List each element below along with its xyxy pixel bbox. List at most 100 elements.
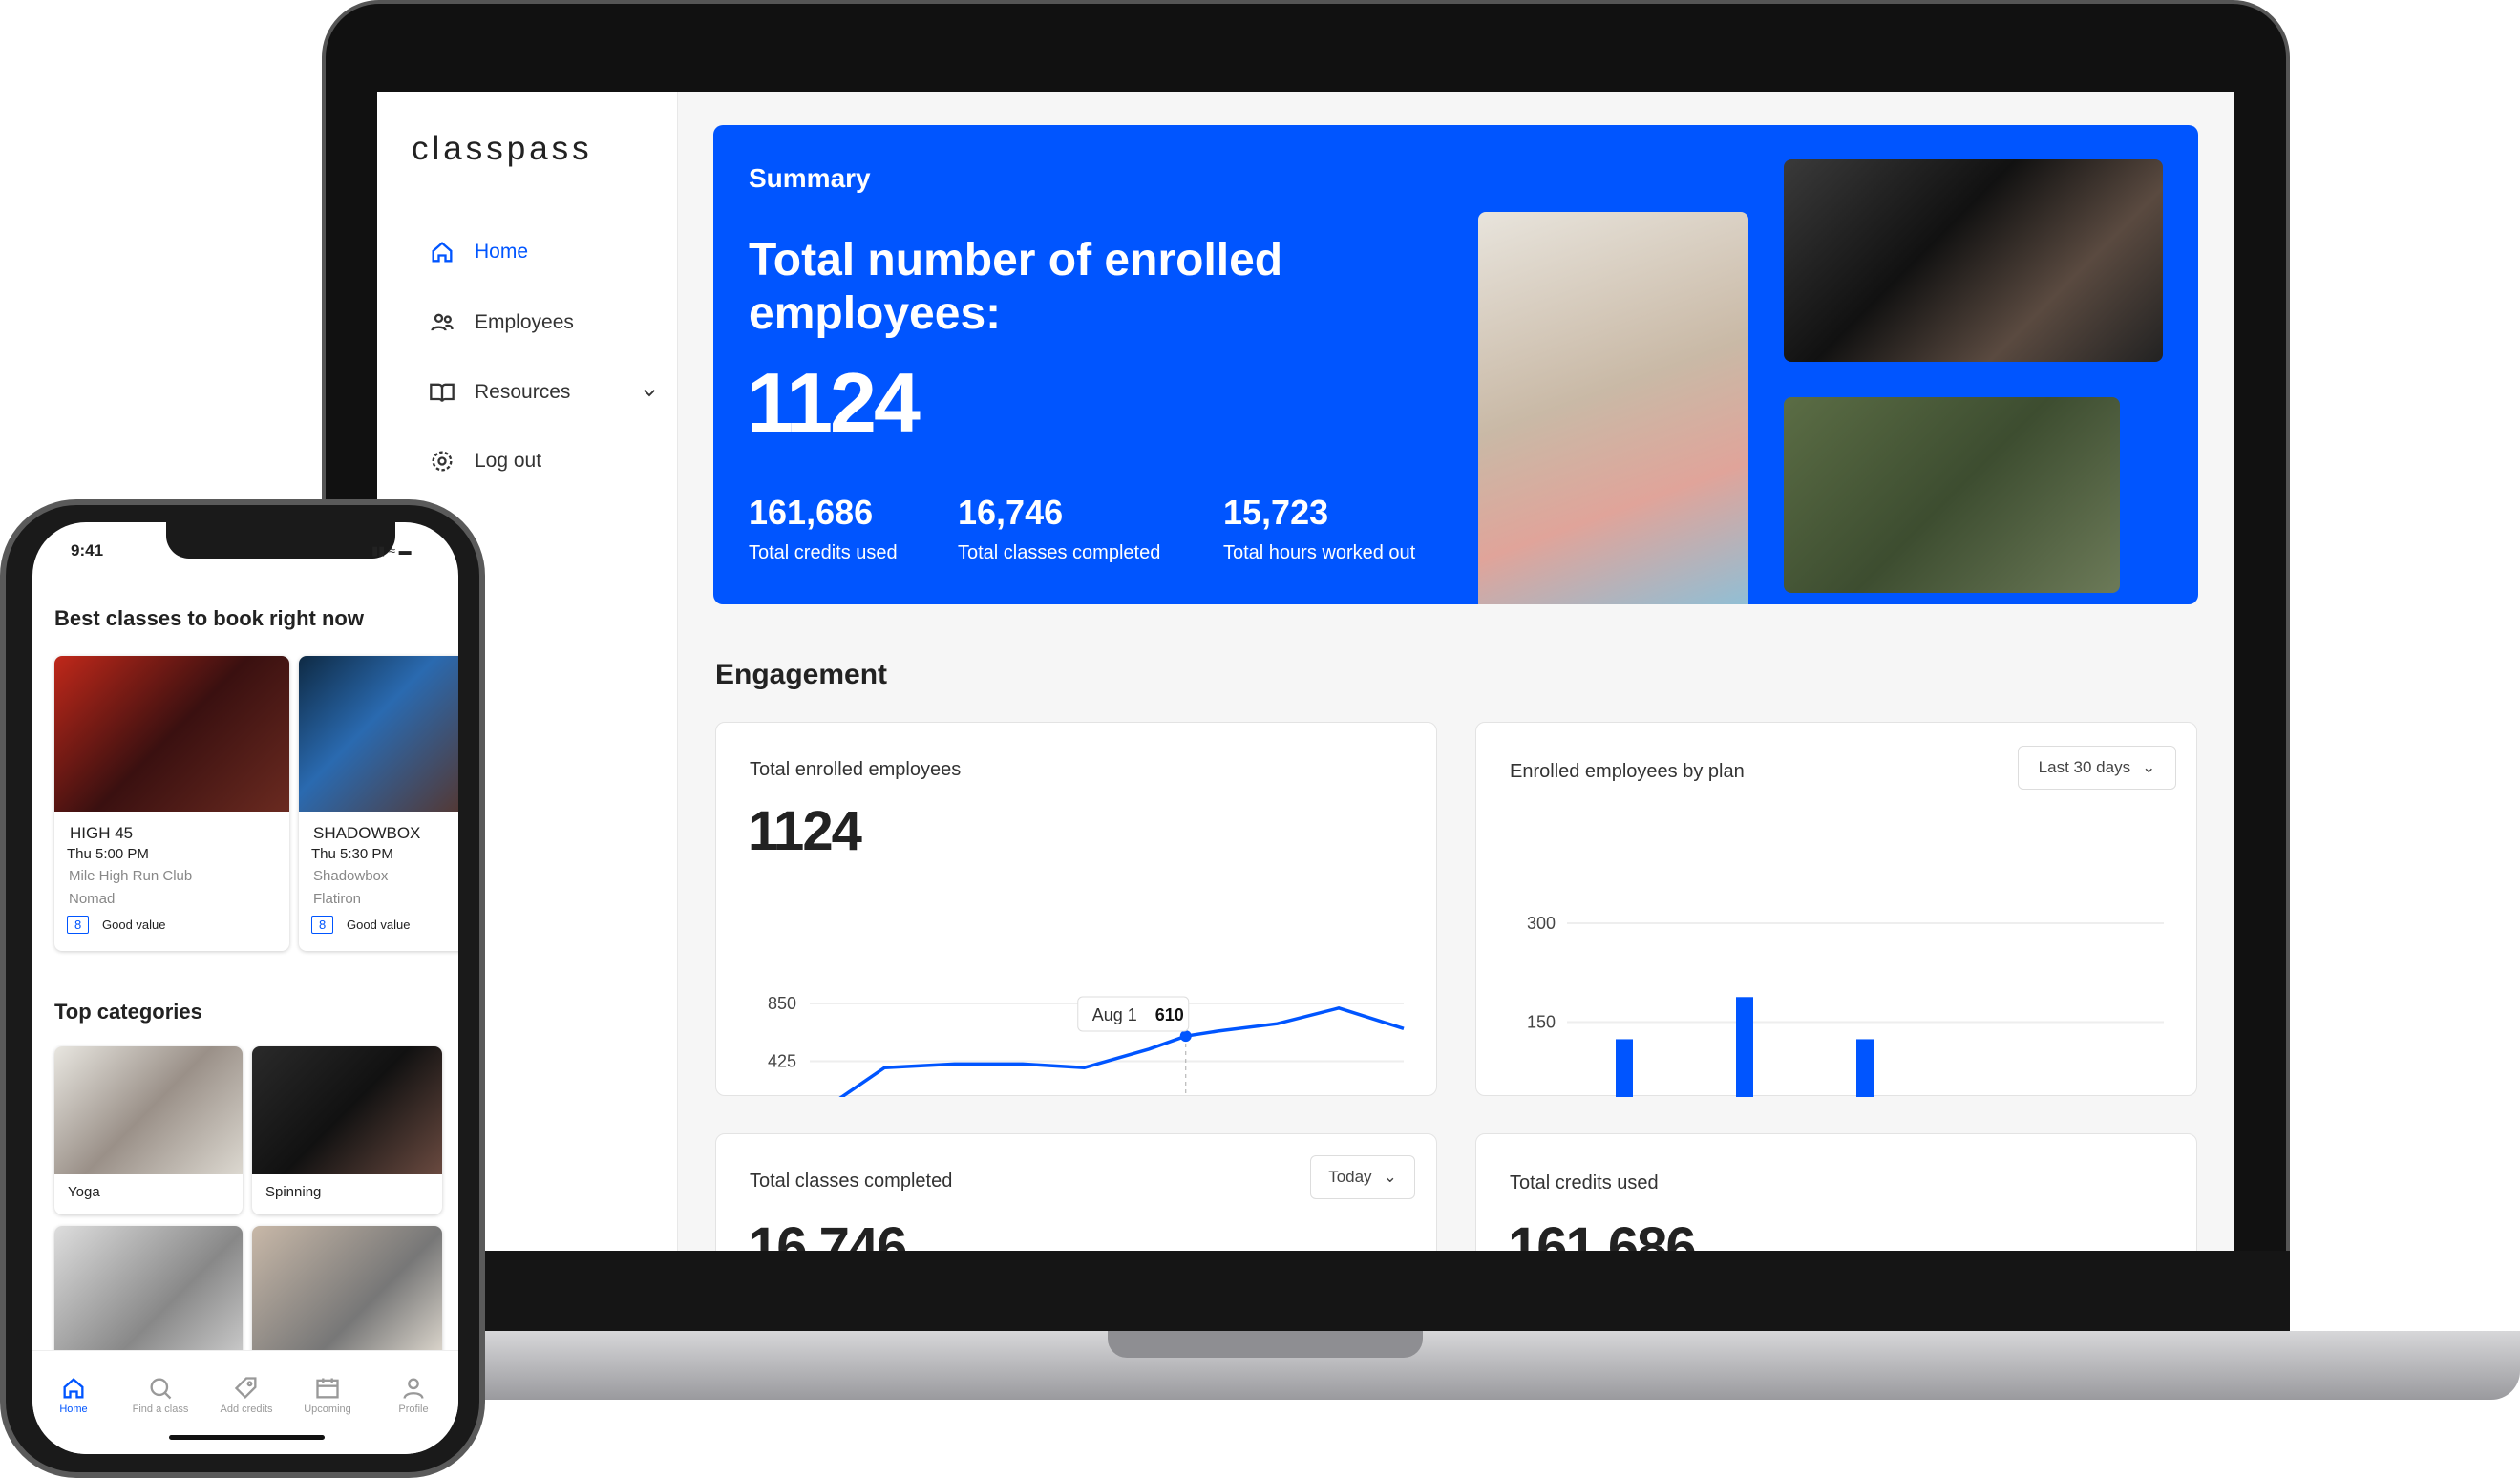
users-icon (431, 313, 454, 331)
tab-label: Find a class (132, 1404, 189, 1415)
sidebar-item-label: Log out (475, 450, 542, 472)
sidebar-item-employees[interactable]: Employees (429, 304, 658, 342)
y-tick-label: 850 (768, 994, 796, 1013)
stat-label: Total classes completed (958, 542, 1161, 563)
calendar-icon (316, 1378, 339, 1399)
class-card[interactable]: HIGH 45 Thu 5:00 PM Mile High Run Club N… (54, 656, 289, 951)
y-tick-label: 300 (1527, 914, 1556, 933)
section-heading: Best classes to book right now (54, 606, 364, 630)
yoga-photo (1478, 212, 1748, 604)
class-studio: Mile High Run Club (69, 868, 193, 884)
chevron-down-icon: ⌄ (1383, 1168, 1397, 1186)
bar (1856, 1039, 1874, 1097)
logo: classpass (412, 130, 593, 167)
stat-value: 161,686 (749, 493, 874, 532)
stat-credits: 161,686 Total credits used (749, 493, 898, 564)
class-photo (299, 656, 458, 812)
outdoor-workout-photo (1784, 397, 2120, 593)
bar (1616, 1039, 1633, 1097)
class-area: Nomad (69, 891, 116, 907)
bar (1736, 997, 1753, 1097)
tab-add-credits[interactable]: Add credits (203, 1375, 289, 1415)
tab-label: Add credits (220, 1404, 273, 1415)
class-studio: Shadowbox (313, 868, 389, 884)
bar-chart: 015030025 credit27 credit45 credit75 cre… (1527, 914, 2164, 1097)
tooltip-value: 610 (1155, 1005, 1184, 1024)
dashboard-screen: classpass Home Employees Resources Log o… (377, 92, 2234, 1251)
home-icon (432, 242, 453, 263)
sidebar-item-resources[interactable]: Resources (429, 373, 658, 412)
main-content: Summary Total number of enrolled employe… (678, 92, 2234, 1251)
class-time: Thu 5:00 PM (67, 846, 149, 862)
y-tick-label: 425 (768, 1052, 796, 1071)
stat-label: Total credits used (749, 542, 898, 563)
stat-value: 15,723 (1223, 493, 1329, 532)
status-icons: ▮▮ ≈ ▬ (371, 543, 412, 558)
status-time: 9:41 (71, 541, 104, 560)
home-indicator (169, 1435, 325, 1440)
enrolled-by-plan-card: Enrolled employees by plan Last 30 days ⌄… (1475, 722, 2197, 1097)
card-value: 16,746 (748, 1216, 907, 1251)
phone-notch (166, 522, 395, 559)
summary-title-line: employees: (749, 288, 1002, 339)
engagement-heading: Engagement (715, 659, 888, 690)
category-tile[interactable] (252, 1226, 442, 1360)
class-name: SHADOWBOX (313, 824, 421, 842)
category-label: Spinning (265, 1184, 322, 1200)
section-heading: Top categories (54, 1000, 202, 1024)
y-tick-label: 150 (1527, 1013, 1556, 1032)
stat-classes: 16,746 Total classes completed (958, 493, 1160, 564)
category-label: Yoga (68, 1184, 100, 1200)
laptop-base (344, 1331, 2520, 1400)
credits-used-card: Total credits used 161,686 (1475, 1133, 2197, 1251)
tab-upcoming[interactable]: Upcoming (285, 1375, 371, 1415)
summary-label: Summary (749, 163, 871, 193)
tab-profile[interactable]: Profile (371, 1375, 456, 1415)
category-tile[interactable] (54, 1226, 243, 1360)
stat-label: Total hours worked out (1223, 542, 1416, 563)
tab-home[interactable]: Home (31, 1375, 116, 1415)
summary-total: 1124 (747, 355, 921, 450)
search-icon (150, 1378, 172, 1400)
sidebar-item-home[interactable]: Home (429, 233, 658, 271)
class-photo (54, 656, 289, 812)
stat-value: 16,746 (958, 493, 1064, 532)
tab-label: Profile (398, 1404, 429, 1415)
sidebar-item-logout[interactable]: Log out (429, 442, 658, 480)
card-title: Total classes completed (750, 1171, 953, 1192)
profile-icon (403, 1378, 424, 1399)
highlight-point (1179, 1030, 1192, 1043)
dropdown-value: Today (1328, 1168, 1372, 1186)
class-time: Thu 5:30 PM (311, 846, 393, 862)
chevron-down-icon (644, 390, 655, 397)
class-card[interactable]: SHADOWBOX Thu 5:30 PM Shadowbox Flatiron… (299, 656, 458, 951)
spinning-photo (1784, 159, 2163, 362)
summary-title: Total number of enrolled employees: (749, 234, 1282, 341)
book-icon (430, 383, 455, 402)
category-tile-spinning[interactable]: Spinning (252, 1046, 442, 1214)
value-label: Good value (347, 918, 411, 932)
tab-find-class[interactable]: Find a class (117, 1375, 203, 1415)
credits-badge: 8 (311, 916, 334, 934)
phone-screen: 9:41 ▮▮ ≈ ▬ Best classes to book right n… (32, 522, 458, 1454)
laptop-notch (1108, 1331, 1423, 1358)
line-chart: 0425850Feb 2019Jun 2019Oct 2019Aug 1610 (768, 994, 1405, 1097)
home-icon (63, 1378, 84, 1399)
range-dropdown[interactable]: Today ⌄ (1310, 1155, 1415, 1199)
classes-completed-card: Total classes completed Today ⌄ 16,746 (715, 1133, 1437, 1251)
class-name: HIGH 45 (70, 824, 134, 842)
gear-icon (432, 451, 453, 472)
card-title: Total credits used (1510, 1172, 1659, 1193)
category-tile-yoga[interactable]: Yoga (54, 1046, 243, 1214)
sidebar-item-label: Employees (475, 311, 574, 333)
tag-icon (234, 1377, 257, 1399)
credits-badge: 8 (67, 916, 90, 934)
tab-label: Home (59, 1404, 88, 1415)
card-value: 161,686 (1508, 1216, 1697, 1251)
stat-hours: 15,723 Total hours worked out (1223, 493, 1415, 564)
tooltip-label: Aug 1 (1092, 1005, 1137, 1024)
summary-card: Summary Total number of enrolled employe… (713, 125, 2198, 604)
value-label: Good value (102, 918, 166, 932)
tab-label: Upcoming (304, 1404, 351, 1415)
enrolled-employees-card: Total enrolled employees 1124 0425850Feb… (715, 722, 1437, 1097)
